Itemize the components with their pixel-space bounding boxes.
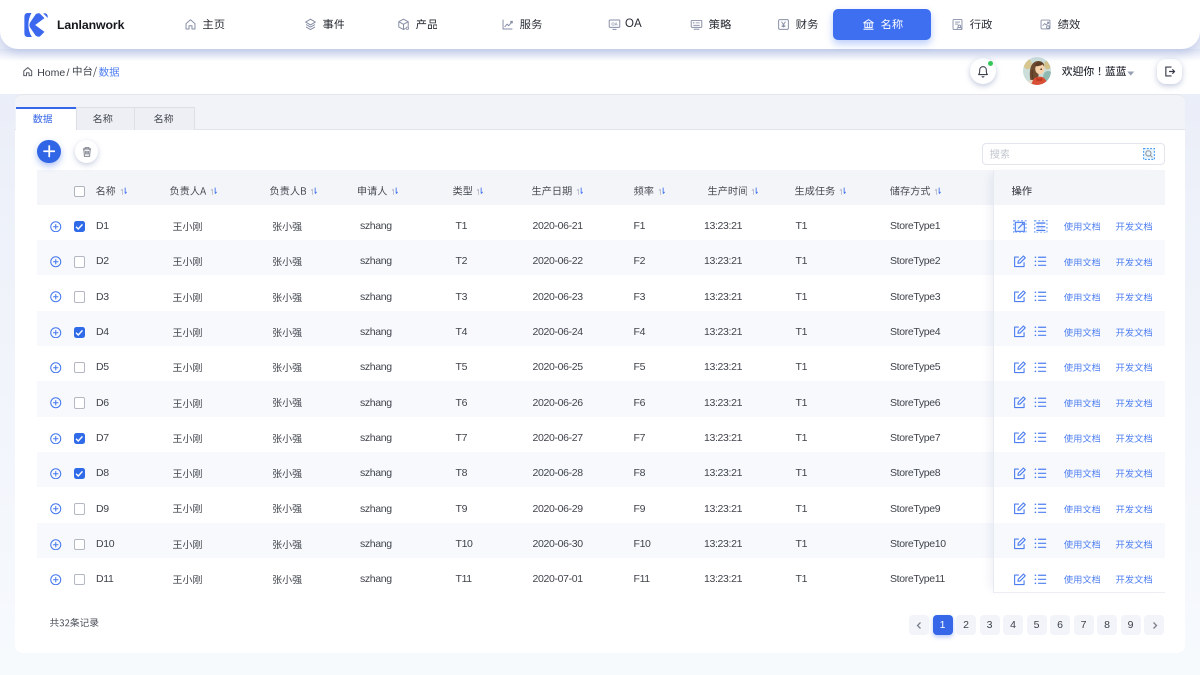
svg-text:OA: OA	[611, 22, 617, 27]
